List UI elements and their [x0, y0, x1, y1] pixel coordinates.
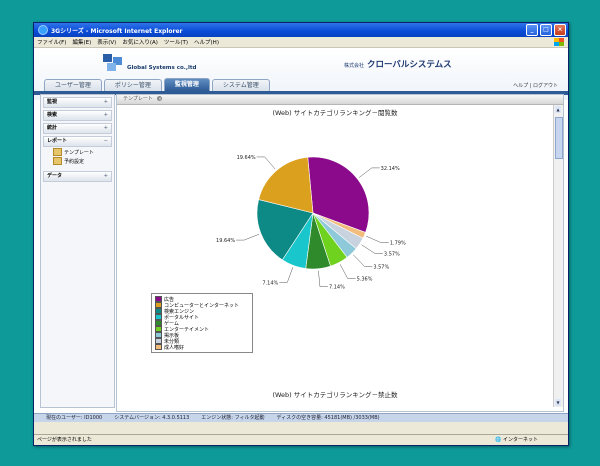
- leader-line-2: [236, 233, 260, 241]
- collapse-icon: −: [103, 138, 108, 144]
- tab-monitoring-management[interactable]: 監視管理: [163, 78, 210, 91]
- data-label-5: 5.36%: [357, 276, 373, 282]
- sidebar-item-label: 予約設定: [64, 158, 85, 165]
- data-label-4: 7.14%: [329, 285, 345, 291]
- scroll-down-icon[interactable]: ▼: [555, 399, 561, 406]
- data-label-0: 32.14%: [381, 166, 400, 172]
- leader-line-5: [339, 264, 356, 279]
- data-label-6: 3.57%: [373, 264, 389, 270]
- data-label-3: 7.14%: [262, 280, 278, 286]
- sidebar: 監視 + 検索 + 統計 + レポート − テンプレート 予約設定 データ +: [40, 94, 115, 408]
- ie-icon: [38, 25, 48, 35]
- sidebar-section-report[interactable]: レポート −: [43, 136, 112, 147]
- scroll-thumb[interactable]: [555, 117, 563, 159]
- folder-icon: [53, 157, 62, 165]
- ie-zone-label: インターネット: [502, 437, 538, 443]
- company-logo-icon: [103, 54, 122, 71]
- menu-bar: ファイル(F) 編集(E) 表示(V) お気に入り(A) ツール(T) ヘルプ(…: [34, 37, 568, 48]
- legend-label: 成人嗜好: [164, 344, 185, 351]
- sidebar-item-label: テンプレート: [64, 149, 94, 156]
- menu-favorites[interactable]: お気に入り(A): [122, 38, 158, 46]
- second-chart-title: (Web) サイトカテゴリランキング－禁止数: [272, 391, 398, 399]
- expand-icon: +: [103, 173, 108, 179]
- data-label-2: 19.64%: [216, 238, 235, 244]
- window-title: 3Gシリーズ - Microsoft Internet Explorer: [51, 27, 183, 35]
- sidebar-section-label: 監視: [47, 99, 58, 105]
- leader-line-4: [318, 270, 328, 287]
- legend-item: 成人嗜好: [155, 344, 249, 351]
- expand-icon: +: [103, 99, 108, 105]
- tab-policy-management[interactable]: ポリシー管理: [103, 79, 162, 91]
- vertical-scrollbar[interactable]: ▲ ▼: [553, 105, 563, 407]
- main-tabs: ユーザー管理 ポリシー管理 監視管理 システム管理: [44, 78, 270, 91]
- data-label-8: 1.79%: [390, 241, 406, 247]
- tab-system-management[interactable]: システム管理: [211, 79, 270, 91]
- expand-icon: +: [103, 125, 108, 131]
- sidebar-section-label: 検索: [47, 112, 58, 118]
- title-bar: 3Gシリーズ - Microsoft Internet Explorer _ □…: [34, 23, 568, 37]
- folder-icon: [53, 148, 62, 156]
- scroll-up-icon[interactable]: ▲: [555, 106, 561, 113]
- status-version: システムバージョン: 4.3.0.5113: [114, 415, 190, 421]
- menu-view[interactable]: 表示(V): [97, 38, 116, 46]
- windows-logo-icon: [554, 38, 564, 46]
- data-label-1: 19.64%: [237, 155, 256, 161]
- app-header: Global Systems co.,ltd 株式会社 クローバルシステムス ユ…: [34, 48, 568, 100]
- web-page: Global Systems co.,ltd 株式会社 クローバルシステムス ユ…: [34, 48, 568, 422]
- menu-file[interactable]: ファイル(F): [37, 38, 66, 46]
- maximize-button[interactable]: □: [540, 24, 552, 36]
- sidebar-section-label: 統計: [47, 125, 58, 131]
- app-status-bar: 現在のユーザー: ID1000 システムバージョン: 4.3.0.5113 エン…: [34, 413, 568, 422]
- browser-window: 3Gシリーズ - Microsoft Internet Explorer _ □…: [33, 22, 569, 446]
- breadcrumb-label: テンプレート: [123, 96, 153, 102]
- leader-line-8: [366, 235, 389, 243]
- leader-line-0: [358, 167, 380, 178]
- company-prefix: 株式会社: [344, 63, 365, 69]
- sidebar-section-search[interactable]: 検索 +: [43, 110, 112, 121]
- status-disk: ディスクの空き容量: 45181(MB) /3033(MB): [276, 415, 380, 421]
- ie-status-text: ページが表示されました: [37, 437, 92, 443]
- leader-line-3: [279, 267, 294, 283]
- breadcrumb: テンプレート ×: [117, 95, 563, 105]
- company-name-text: クローバルシステムス: [366, 60, 452, 70]
- menu-tools[interactable]: ツール(T): [164, 38, 188, 46]
- status-user: 現在のユーザー: ID1000: [46, 415, 103, 421]
- leader-line-1: [256, 156, 276, 170]
- logo-text: Global Systems co.,ltd: [127, 65, 197, 71]
- content-panel: テンプレート × (Web) サイトカテゴリランキング－閲覧数 32.14% 19…: [116, 94, 564, 412]
- legend-swatch: [155, 344, 162, 350]
- ie-zone: 🌐 インターネット: [495, 437, 538, 443]
- sidebar-section-label: データ: [47, 173, 63, 179]
- sidebar-section-label: レポート: [47, 138, 68, 144]
- menu-edit[interactable]: 編集(E): [72, 38, 91, 46]
- chart-legend: 広告 コンピューターとインターネット 検索エンジン ポータルサイト ゲーム エンターテイメ…: [151, 293, 253, 353]
- sidebar-item-template[interactable]: テンプレート: [41, 147, 114, 156]
- status-engine: エンジン状態: フィルタ起動: [201, 415, 265, 421]
- close-button[interactable]: ×: [554, 24, 566, 36]
- leader-line-7: [361, 244, 383, 254]
- leader-line-6: [353, 254, 373, 267]
- ie-status-bar: ページが表示されました 🌐 インターネット: [34, 434, 568, 445]
- close-tab-icon[interactable]: ×: [157, 96, 163, 101]
- sidebar-section-statistics[interactable]: 統計 +: [43, 123, 112, 134]
- help-logout-link[interactable]: ヘルプ | ログアウト: [513, 82, 558, 89]
- sidebar-item-schedule[interactable]: 予約設定: [41, 156, 114, 165]
- menu-help[interactable]: ヘルプ(H): [194, 38, 219, 46]
- tab-user-management[interactable]: ユーザー管理: [44, 79, 102, 91]
- pie-chart: 32.14%19.64%19.64%7.14%7.14%5.36%3.57%3.…: [216, 155, 406, 291]
- sidebar-section-monitor[interactable]: 監視 +: [43, 97, 112, 108]
- expand-icon: +: [103, 112, 108, 118]
- minimize-button[interactable]: _: [526, 24, 538, 36]
- company-name: 株式会社 クローバルシステムス: [344, 58, 452, 70]
- report-pane: (Web) サイトカテゴリランキング－閲覧数 32.14% 19.64% 19.64…: [117, 105, 553, 407]
- data-label-7: 3.57%: [384, 252, 400, 258]
- sidebar-section-data[interactable]: データ +: [43, 171, 112, 182]
